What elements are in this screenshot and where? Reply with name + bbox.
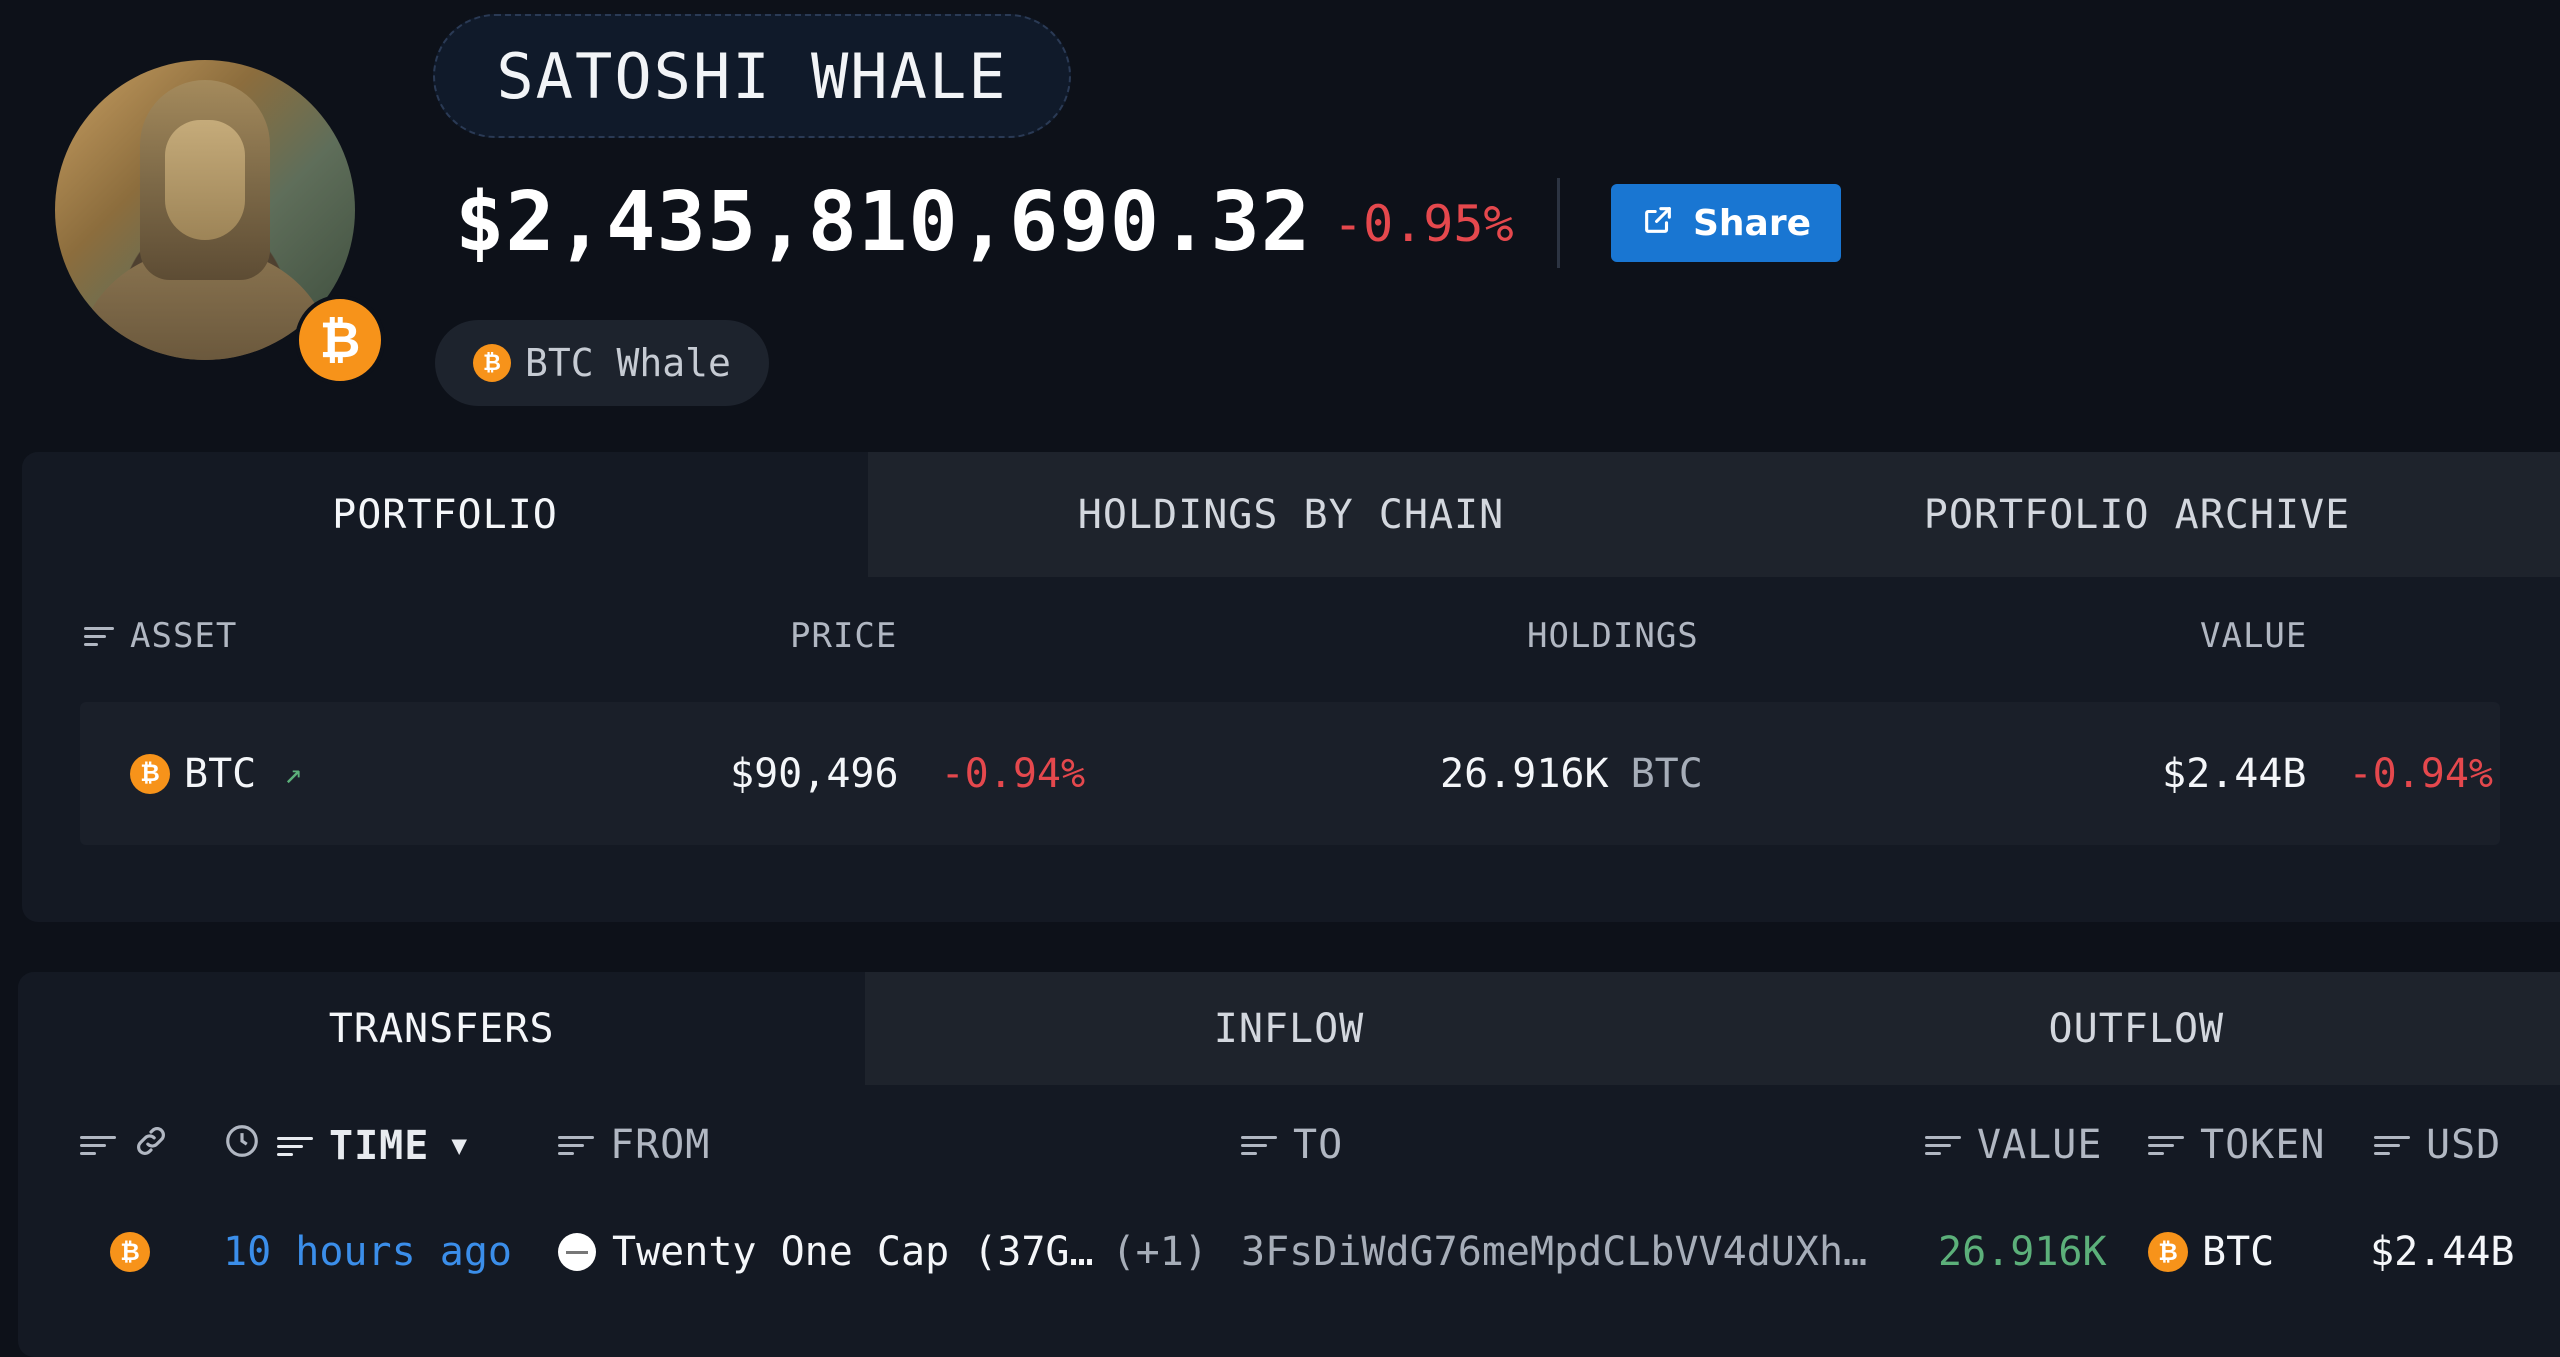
avatar-figure-face [165, 120, 245, 240]
bitcoin-badge-icon: ₿ [295, 295, 385, 385]
portfolio-tabs: PORTFOLIO HOLDINGS BY CHAIN PORTFOLIO AR… [22, 452, 2560, 577]
column-header-asset-label: ASSET [130, 616, 238, 656]
column-header-holdings[interactable]: HOLDINGS [1527, 616, 1699, 656]
clock-icon [223, 1122, 261, 1170]
column-header-from-label: FROM [610, 1122, 711, 1168]
balance-change: -0.95% [1333, 195, 1514, 253]
filter-icon [2148, 1135, 2184, 1155]
tab-portfolio[interactable]: PORTFOLIO [22, 452, 868, 577]
column-header-to[interactable]: TO [1241, 1122, 1343, 1168]
link-icon [132, 1122, 170, 1169]
asset-price: $90,496 [730, 750, 899, 797]
bitcoin-icon: ₿ [2148, 1232, 2188, 1272]
filter-icon [84, 626, 114, 646]
column-header-time-label: TIME [329, 1123, 430, 1169]
column-header-holdings-label: HOLDINGS [1527, 616, 1699, 656]
asset-holdings: 26.916K [1440, 750, 1609, 797]
column-header-token-label: TOKEN [2200, 1122, 2326, 1168]
column-header-time[interactable]: TIME ▼ [223, 1122, 468, 1170]
column-header-value[interactable]: VALUE [2200, 616, 2307, 656]
tab-outflow[interactable]: OUTFLOW [1712, 972, 2560, 1085]
chain-cell: ₿ [110, 1197, 150, 1307]
filter-icon [1925, 1135, 1961, 1155]
share-button[interactable]: Share [1611, 184, 1841, 262]
entity-tag[interactable]: ₿ BTC Whale [435, 320, 769, 406]
transfer-token: BTC [2202, 1229, 2275, 1275]
asset-price-change: -0.94% [940, 750, 1086, 797]
column-header-token[interactable]: TOKEN [2148, 1122, 2325, 1168]
table-row[interactable]: ₿ 10 hours ago Twenty One Cap (37G… (+1)… [18, 1197, 2560, 1307]
total-balance: $2,435,810,690.32 [455, 175, 1312, 270]
token-cell[interactable]: ₿ BTC [2148, 1197, 2274, 1307]
transfer-value: 26.916K [1938, 1229, 2107, 1275]
from-address[interactable]: (37G… [973, 1229, 1093, 1275]
column-header-chain-filter[interactable] [80, 1122, 170, 1169]
from-cell[interactable]: Twenty One Cap (37G… (+1) [558, 1197, 1208, 1307]
column-header-to-label: TO [1293, 1122, 1344, 1168]
transfer-usd: $2.44B [2370, 1229, 2515, 1275]
caret-down-icon[interactable]: ▼ [451, 1131, 468, 1161]
filter-icon [277, 1136, 313, 1156]
external-link-icon [1641, 203, 1675, 243]
column-header-usd[interactable]: USD [2374, 1122, 2501, 1168]
column-header-price-label: PRICE [790, 616, 898, 656]
entity-name: SATOSHI WHALE [433, 14, 1071, 138]
filter-icon [558, 1135, 594, 1155]
asset-value-change: -0.94% [2348, 750, 2494, 797]
price-cell: $90,496 -0.94% [730, 702, 1085, 845]
tab-portfolio-archive[interactable]: PORTFOLIO ARCHIVE [1714, 452, 2560, 577]
bitcoin-icon: ₿ [130, 753, 170, 794]
from-entity[interactable]: Twenty One Cap [612, 1229, 949, 1275]
table-row[interactable]: ₿ BTC ↗ $90,496 -0.94% 26.916K BTC $2.44… [80, 702, 2500, 845]
transfer-time[interactable]: 10 hours ago [223, 1197, 512, 1307]
asset-holdings-unit: BTC [1630, 750, 1703, 797]
bitcoin-icon: ₿ [473, 344, 511, 382]
column-header-asset[interactable]: ASSET [84, 616, 237, 656]
value-cell: $2.44B -0.94% [2162, 702, 2493, 845]
portfolio-panel: PORTFOLIO HOLDINGS BY CHAIN PORTFOLIO AR… [22, 452, 2560, 922]
column-header-value[interactable]: VALUE [1925, 1122, 2102, 1168]
tab-inflow[interactable]: INFLOW [865, 972, 1713, 1085]
header-divider [1557, 178, 1560, 268]
entity-tag-label: BTC Whale [525, 341, 731, 385]
asset-value: $2.44B [2162, 750, 2307, 797]
profile-avatar-wrap: ₿ [55, 60, 385, 385]
from-extra-count[interactable]: (+1) [1112, 1229, 1208, 1275]
trend-up-icon: ↗ [284, 756, 303, 791]
transfers-panel: TRANSFERS INFLOW OUTFLOW TIME ▼ FROM TO … [18, 972, 2560, 1357]
to-address[interactable]: 3FsDiWdG76meMpdCLbVV4dUXh… [1241, 1197, 1867, 1307]
column-header-from[interactable]: FROM [558, 1122, 710, 1168]
asset-cell[interactable]: ₿ BTC ↗ [130, 702, 302, 845]
column-header-price[interactable]: PRICE [790, 616, 897, 656]
bitcoin-icon: ₿ [110, 1232, 150, 1272]
tab-holdings-by-chain[interactable]: HOLDINGS BY CHAIN [868, 452, 1714, 577]
filter-icon [1241, 1135, 1277, 1155]
column-header-value-label: VALUE [1977, 1122, 2103, 1168]
transfer-tabs: TRANSFERS INFLOW OUTFLOW [18, 972, 2560, 1085]
column-header-usd-label: USD [2426, 1122, 2502, 1168]
filter-icon [2374, 1135, 2410, 1155]
holdings-cell: 26.916K BTC [1440, 702, 1703, 845]
column-header-value-label: VALUE [2200, 616, 2308, 656]
tab-transfers[interactable]: TRANSFERS [18, 972, 866, 1085]
entity-logo-icon [558, 1233, 596, 1271]
asset-symbol: BTC [184, 750, 257, 797]
share-label: Share [1692, 202, 1812, 244]
filter-icon [80, 1136, 116, 1155]
